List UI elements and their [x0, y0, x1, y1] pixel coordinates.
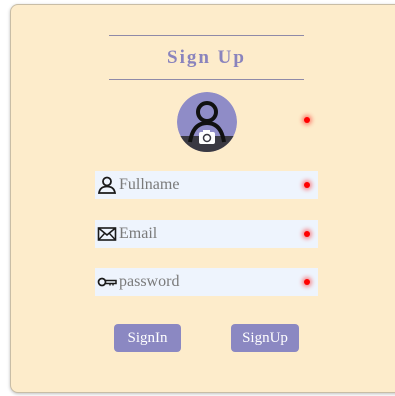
email-input[interactable] [119, 220, 289, 248]
signin-button[interactable]: SignIn [114, 324, 181, 352]
key-icon [97, 273, 117, 291]
password-field [95, 268, 318, 296]
password-required-indicator [304, 279, 310, 285]
email-field [95, 220, 318, 248]
fullname-required-indicator [304, 182, 310, 188]
password-input[interactable] [119, 268, 289, 296]
email-required-indicator [304, 231, 310, 237]
user-icon [97, 176, 117, 194]
fullname-input[interactable] [119, 171, 289, 199]
user-camera-icon [177, 92, 237, 152]
fullname-field [95, 171, 318, 199]
page-title: Sign Up [167, 47, 246, 68]
signup-button[interactable]: SignUp [231, 324, 299, 352]
envelope-icon [97, 225, 117, 243]
avatar-upload[interactable] [177, 92, 237, 152]
title-divider-top [109, 35, 304, 36]
avatar-required-indicator [304, 117, 310, 123]
title-divider-bottom [109, 79, 304, 80]
